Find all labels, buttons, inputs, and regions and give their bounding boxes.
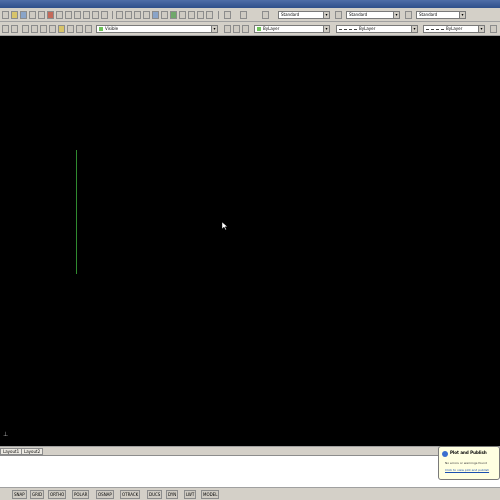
ducs-toggle[interactable]: DUCS	[147, 490, 163, 499]
make-object-layer-current-icon[interactable]	[224, 25, 231, 33]
color-swatch	[257, 27, 261, 31]
new-icon[interactable]	[2, 11, 9, 19]
markup-icon[interactable]	[188, 11, 195, 19]
grid-toggle[interactable]: GRID	[30, 490, 45, 499]
model-toggle[interactable]: MODEL	[201, 490, 220, 499]
dyn-toggle[interactable]: DYN	[166, 490, 179, 499]
styles-icon[interactable]	[224, 11, 231, 19]
color-combo[interactable]: ByLayer ▾	[254, 25, 330, 33]
chevron-down-icon[interactable]: ▾	[411, 26, 417, 32]
lwt-toggle[interactable]: LWT	[184, 490, 197, 499]
table-style-combo[interactable]: Standard ▾	[416, 11, 466, 19]
chevron-down-icon[interactable]: ▾	[478, 26, 484, 32]
standard-toolbar: Standard ▾ Standard ▾ Standard ▾	[0, 8, 500, 22]
properties-icon[interactable]	[152, 11, 159, 19]
tab-layout1[interactable]: Layout1	[0, 448, 23, 455]
calculator-icon[interactable]	[197, 11, 204, 19]
layer-walk-icon[interactable]	[242, 25, 249, 33]
ortho-toggle[interactable]: ORTHO	[48, 490, 67, 499]
layer-filter-icon[interactable]	[67, 25, 74, 33]
info-icon	[442, 451, 448, 457]
layers-toolbar: Visible ▾ ByLayer ▾ ByLayer ▾ ByLayer ▾	[0, 22, 500, 36]
zoom-previous-icon[interactable]	[143, 11, 150, 19]
lock-icon[interactable]	[40, 25, 47, 33]
plot-preview-icon[interactable]	[38, 11, 45, 19]
chevron-down-icon[interactable]: ▾	[323, 12, 329, 18]
plot-layer-icon[interactable]	[85, 25, 92, 33]
snap-toggle[interactable]: SNAP	[12, 490, 27, 499]
layer-previous-icon[interactable]	[11, 25, 18, 33]
text-style-combo[interactable]: Standard ▾	[278, 11, 330, 19]
osnap-toggle[interactable]: OSNAP	[96, 490, 114, 499]
drawn-line[interactable]	[76, 150, 77, 274]
chevron-down-icon[interactable]: ▾	[459, 12, 465, 18]
lineweight-preview	[426, 28, 444, 30]
otrack-toggle[interactable]: OTRACK	[120, 490, 141, 499]
help-icon[interactable]	[206, 11, 213, 19]
polar-toggle[interactable]: POLAR	[72, 490, 90, 499]
layout-tabs: Layout1 Layout2	[0, 446, 500, 455]
cut-icon[interactable]	[47, 11, 54, 19]
notification-message: No errors or warnings found	[445, 461, 487, 465]
open-icon[interactable]	[11, 11, 18, 19]
make-current-icon[interactable]	[49, 25, 56, 33]
sun-icon[interactable]	[31, 25, 38, 33]
paste-icon[interactable]	[65, 11, 72, 19]
title-bar	[0, 0, 500, 8]
chevron-down-icon[interactable]: ▾	[211, 26, 217, 32]
pan-icon[interactable]	[116, 11, 123, 19]
layer-color-swatch	[99, 27, 103, 31]
text-style-label-icon	[262, 11, 269, 19]
toolbar-overflow-icon[interactable]	[490, 25, 497, 33]
design-center-icon[interactable]	[161, 11, 168, 19]
zoom-window-icon[interactable]	[134, 11, 141, 19]
layer-state-icon[interactable]	[58, 25, 65, 33]
tab-layout2[interactable]: Layout2	[21, 448, 44, 455]
lightbulb-icon[interactable]	[22, 25, 29, 33]
mouse-cursor-icon	[222, 222, 228, 230]
freeze-icon[interactable]	[76, 25, 83, 33]
layer-previous-icon[interactable]	[233, 25, 240, 33]
text-style-icon[interactable]	[240, 11, 247, 19]
tool-palettes-icon[interactable]	[170, 11, 177, 19]
notification-link[interactable]: Click to view plot and publish	[445, 468, 489, 472]
command-line[interactable]	[0, 455, 500, 487]
layer-manager-icon[interactable]	[2, 25, 9, 33]
toolbar-separator	[218, 11, 219, 19]
match-properties-icon[interactable]	[74, 11, 81, 19]
toolbar-separator	[112, 11, 113, 19]
plot-icon[interactable]	[29, 11, 36, 19]
redo-icon[interactable]	[101, 11, 108, 19]
chevron-down-icon[interactable]: ▾	[323, 26, 329, 32]
linetype-combo[interactable]: ByLayer ▾	[336, 25, 418, 33]
copy-icon[interactable]	[56, 11, 63, 19]
undo-icon[interactable]	[92, 11, 99, 19]
ucs-icon: ⊥	[3, 431, 9, 438]
linetype-preview	[339, 28, 357, 30]
zoom-realtime-icon[interactable]	[125, 11, 132, 19]
notification-title: Plot and Publish	[450, 450, 487, 455]
save-icon[interactable]	[20, 11, 27, 19]
table-style-icon	[405, 11, 412, 19]
dim-style-icon	[335, 11, 342, 19]
block-editor-icon[interactable]	[83, 11, 90, 19]
lineweight-combo[interactable]: ByLayer ▾	[423, 25, 485, 33]
sheet-set-icon[interactable]	[179, 11, 186, 19]
chevron-down-icon[interactable]: ▾	[393, 12, 399, 18]
drawing-area[interactable]: ⊥	[0, 36, 500, 446]
status-bar: SNAP GRID ORTHO POLAR OSNAP OTRACK DUCS …	[0, 487, 500, 500]
plot-publish-notification[interactable]: Plot and Publish No errors or warnings f…	[438, 446, 500, 480]
dim-style-combo[interactable]: Standard ▾	[346, 11, 400, 19]
layer-combo[interactable]: Visible ▾	[96, 25, 218, 33]
